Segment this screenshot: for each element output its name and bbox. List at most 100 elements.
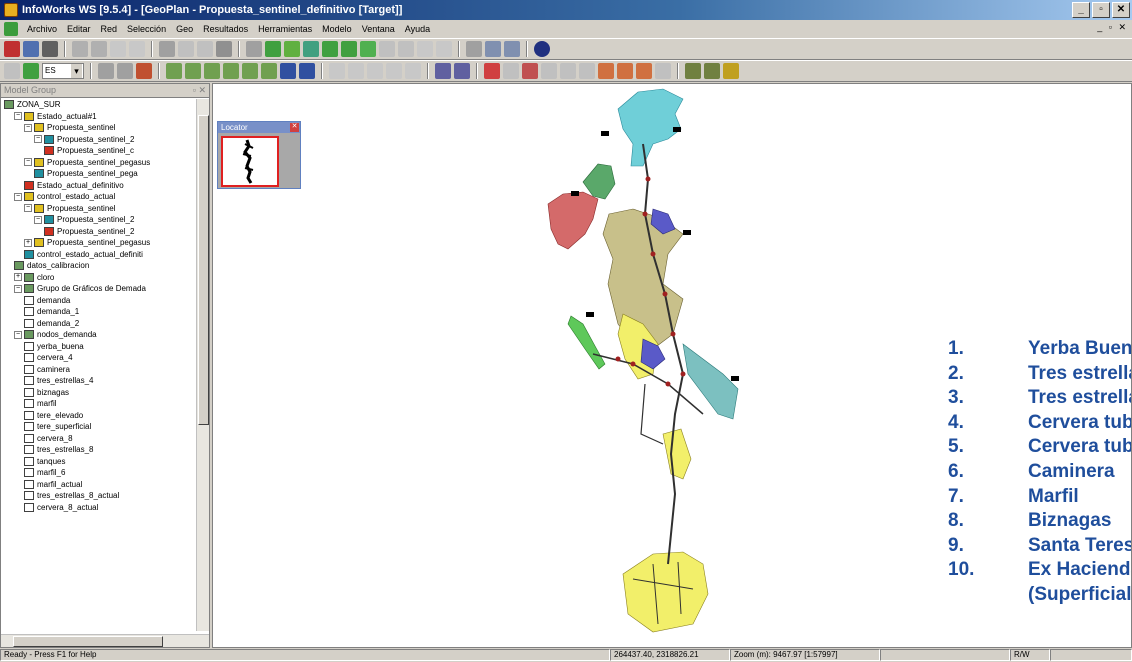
- tree-item[interactable]: − Grupo de Gráficos de Demada: [1, 283, 197, 295]
- print-icon[interactable]: [42, 41, 58, 57]
- filter-icon[interactable]: [435, 63, 451, 79]
- save-icon[interactable]: [23, 41, 39, 57]
- collapse-icon[interactable]: −: [34, 215, 42, 224]
- pump-icon[interactable]: [303, 41, 319, 57]
- expand-icon[interactable]: +: [24, 238, 32, 247]
- menu-herramientas[interactable]: Herramientas: [253, 24, 317, 34]
- result-icon[interactable]: [329, 63, 345, 79]
- title-bar[interactable]: InfoWorks WS [9.5.4] - [GeoPlan - Propue…: [0, 0, 1132, 20]
- section-icon[interactable]: [367, 63, 383, 79]
- tree-item[interactable]: tres_estrellas_8_actual: [1, 490, 197, 502]
- map-table-icon[interactable]: [579, 63, 595, 79]
- graph-icon[interactable]: [166, 63, 182, 79]
- layers-icon[interactable]: [117, 63, 133, 79]
- draw-icon[interactable]: [23, 63, 39, 79]
- tree-item[interactable]: Estado_actual_definitivo: [1, 180, 197, 192]
- tree-item[interactable]: tres_estrellas_8: [1, 444, 197, 456]
- layer-combo[interactable]: ES: [42, 63, 84, 79]
- mdi-controls[interactable]: _ ▫ ✕: [1097, 22, 1128, 33]
- select-arrow-icon[interactable]: [72, 41, 88, 57]
- graph-flow-icon[interactable]: [223, 63, 239, 79]
- grid-view-icon[interactable]: [541, 63, 557, 79]
- menu-editar[interactable]: Editar: [62, 24, 96, 34]
- reservoir-icon[interactable]: [322, 41, 338, 57]
- maximize-button[interactable]: ▫: [1092, 2, 1110, 18]
- collapse-icon[interactable]: −: [14, 112, 22, 121]
- polygon-icon[interactable]: [436, 41, 452, 57]
- trace-up-icon[interactable]: [598, 63, 614, 79]
- grid-report-icon[interactable]: [280, 63, 296, 79]
- profile-icon[interactable]: [348, 63, 364, 79]
- tree-item[interactable]: cervera_8_actual: [1, 502, 197, 514]
- hydrant-icon[interactable]: [360, 41, 376, 57]
- tree-item[interactable]: − Estado_actual#1: [1, 111, 197, 123]
- tree-item[interactable]: ZONA_SUR: [1, 99, 197, 111]
- tree-item[interactable]: marfil: [1, 398, 197, 410]
- select-area-icon[interactable]: [91, 41, 107, 57]
- tool-c-icon[interactable]: [723, 63, 739, 79]
- tree-item[interactable]: tere_superficial: [1, 421, 197, 433]
- collapse-icon[interactable]: −: [14, 284, 22, 293]
- tree-item[interactable]: marfil_6: [1, 467, 197, 479]
- validate-icon[interactable]: [484, 63, 500, 79]
- stats-icon[interactable]: [299, 63, 315, 79]
- grid-icon[interactable]: [178, 41, 194, 57]
- tree-item[interactable]: datos_calibracion: [1, 260, 197, 272]
- trace-both-icon[interactable]: [636, 63, 652, 79]
- tree-item[interactable]: marfil_actual: [1, 479, 197, 491]
- fixed-head-icon[interactable]: [398, 41, 414, 57]
- dma-icon[interactable]: [522, 63, 538, 79]
- close-button[interactable]: ✕: [1112, 2, 1130, 18]
- map-grid-icon[interactable]: [560, 63, 576, 79]
- tree-item[interactable]: − nodos_demanda: [1, 329, 197, 341]
- query-icon[interactable]: [454, 63, 470, 79]
- menu-red[interactable]: Red: [96, 24, 123, 34]
- collapse-icon[interactable]: −: [14, 330, 22, 339]
- graph-pressure-icon[interactable]: [242, 63, 258, 79]
- graph-demand-icon[interactable]: [261, 63, 277, 79]
- tree-item[interactable]: − Propuesta_sentinel_2: [1, 134, 197, 146]
- menu-ventana[interactable]: Ventana: [357, 24, 400, 34]
- scroll-thumb[interactable]: [198, 115, 209, 425]
- text-icon[interactable]: [216, 41, 232, 57]
- menu-geo[interactable]: Geo: [171, 24, 198, 34]
- zoom-out-icon[interactable]: [504, 41, 520, 57]
- menu-ayuda[interactable]: Ayuda: [400, 24, 435, 34]
- tree-item[interactable]: + cloro: [1, 272, 197, 284]
- menu-archivo[interactable]: Archivo: [22, 24, 62, 34]
- triangle-icon[interactable]: [503, 63, 519, 79]
- tree-horizontal-scrollbar[interactable]: [1, 634, 209, 647]
- transfer-icon[interactable]: [417, 41, 433, 57]
- trace-clear-icon[interactable]: [655, 63, 671, 79]
- zoom-in-icon[interactable]: [485, 41, 501, 57]
- tree-item[interactable]: Propuesta_sentinel_2: [1, 226, 197, 238]
- collapse-icon[interactable]: −: [24, 123, 32, 132]
- collapse-icon[interactable]: −: [24, 204, 32, 213]
- tree-item[interactable]: biznagas: [1, 387, 197, 399]
- menu-modelo[interactable]: Modelo: [317, 24, 357, 34]
- table-icon[interactable]: [197, 41, 213, 57]
- connect-icon[interactable]: [4, 41, 20, 57]
- tree-item[interactable]: − Propuesta_sentinel: [1, 203, 197, 215]
- chart-result-icon[interactable]: [405, 63, 421, 79]
- tree-item[interactable]: control_estado_actual_definiti: [1, 249, 197, 261]
- tree-item[interactable]: cervera_8: [1, 433, 197, 445]
- edit-pencil-icon[interactable]: [4, 63, 20, 79]
- tree-item[interactable]: Propuesta_sentinel_pega: [1, 168, 197, 180]
- tool-b-icon[interactable]: [704, 63, 720, 79]
- tree-item[interactable]: tanques: [1, 456, 197, 468]
- minimize-button[interactable]: _: [1072, 2, 1090, 18]
- tree-item[interactable]: demanda: [1, 295, 197, 307]
- pan-icon[interactable]: [466, 41, 482, 57]
- tree-item[interactable]: yerba_buena: [1, 341, 197, 353]
- tree-item[interactable]: demanda_1: [1, 306, 197, 318]
- collapse-icon[interactable]: −: [14, 192, 22, 201]
- select-path-icon[interactable]: [129, 41, 145, 57]
- tree-item[interactable]: tere_elevado: [1, 410, 197, 422]
- tree-item[interactable]: demanda_2: [1, 318, 197, 330]
- properties-icon[interactable]: [159, 41, 175, 57]
- graph-node-icon[interactable]: [185, 63, 201, 79]
- help-icon[interactable]: [534, 41, 550, 57]
- menu-resultados[interactable]: Resultados: [198, 24, 253, 34]
- tree-item[interactable]: − Propuesta_sentinel_pegasus: [1, 157, 197, 169]
